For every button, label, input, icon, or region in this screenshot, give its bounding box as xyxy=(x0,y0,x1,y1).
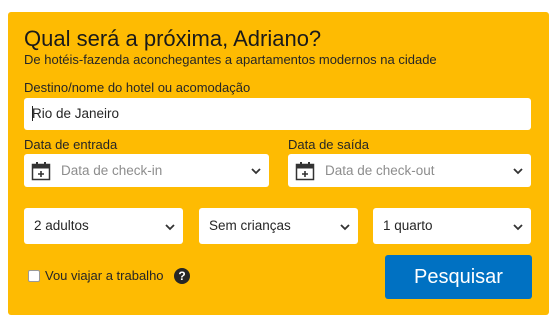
page-title: Qual será a próxima, Adriano? xyxy=(24,26,322,51)
destination-label: Destino/nome do hotel ou acomodação xyxy=(24,80,251,95)
children-value: Sem crianças xyxy=(209,218,291,233)
text-cursor xyxy=(32,105,33,121)
children-select[interactable]: Sem crianças xyxy=(199,208,358,244)
adults-select[interactable]: 2 adultos xyxy=(24,208,183,244)
search-panel: Qual será a próxima, Adriano? De hotéis-… xyxy=(8,12,549,315)
help-icon[interactable]: ? xyxy=(174,268,190,284)
chevron-down-icon xyxy=(340,224,350,231)
page-subtitle: De hotéis-fazenda aconchegantes a aparta… xyxy=(24,52,437,67)
checkin-field[interactable]: Data de check-in xyxy=(24,154,269,187)
chevron-down-icon xyxy=(165,224,175,231)
search-button[interactable]: Pesquisar xyxy=(385,255,532,299)
rooms-select[interactable]: 1 quarto xyxy=(373,208,531,244)
adults-value: 2 adultos xyxy=(34,218,89,233)
rooms-value: 1 quarto xyxy=(383,218,433,233)
checkin-label: Data de entrada xyxy=(24,137,118,152)
work-trip-checkbox[interactable] xyxy=(28,270,40,282)
destination-input[interactable]: Rio de Janeiro xyxy=(24,98,531,130)
calendar-icon xyxy=(31,162,51,181)
checkout-placeholder: Data de check-out xyxy=(325,163,435,178)
checkout-field[interactable]: Data de check-out xyxy=(288,154,531,187)
destination-value: Rio de Janeiro xyxy=(32,106,120,121)
chevron-down-icon xyxy=(251,168,261,175)
chevron-down-icon xyxy=(513,168,523,175)
work-trip-label[interactable]: Vou viajar a trabalho xyxy=(45,268,164,283)
calendar-icon xyxy=(295,162,315,181)
checkin-placeholder: Data de check-in xyxy=(61,163,163,178)
checkout-label: Data de saída xyxy=(288,137,369,152)
chevron-down-icon xyxy=(513,224,523,231)
